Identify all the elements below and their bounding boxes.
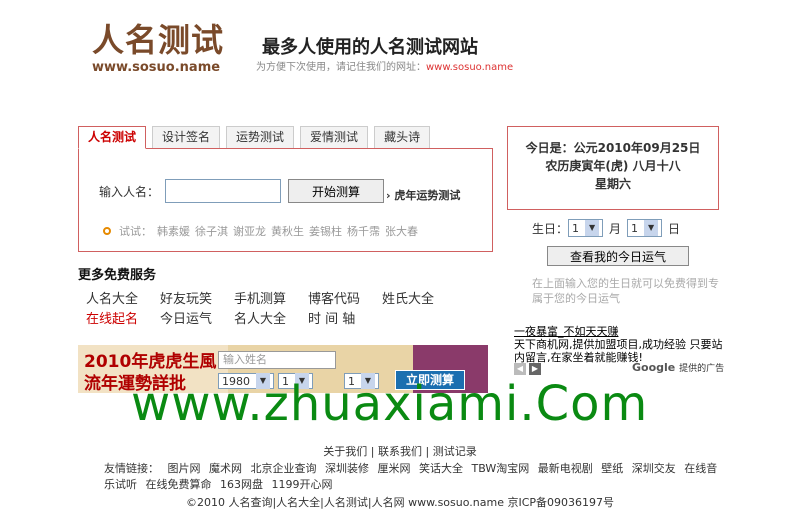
more-services-title: 更多免费服务 xyxy=(78,268,157,283)
friend-links: 友情链接： 图片网 魔术网 北京企业查询 深圳装修 厘米网 笑话大全 TBW淘宝… xyxy=(104,461,724,493)
tiger-year-fortune-link[interactable]: › 虎年运势测试 xyxy=(386,187,460,203)
site-slogan: 最多人使用的人名测试网站 xyxy=(262,37,478,58)
google-ads-suffix: 提供的广告 xyxy=(679,364,725,374)
try-names-row: 试试： 韩素媛 徐子淇 谢亚龙 黄秋生 姜锡柱 杨千霈 张大春 xyxy=(103,223,423,239)
copyright: ©2010 人名查询|人名大全|人名测试|人名网 www.sosuo.name … xyxy=(185,496,615,509)
service-link[interactable]: 时 间 轴 xyxy=(308,308,382,328)
tab-acrostic[interactable]: 藏头诗 xyxy=(374,126,431,149)
services-row: 在线起名 今日运气 名人大全 时 间 轴 xyxy=(86,308,486,328)
view-fortune-button[interactable]: 查看我的今日运气 xyxy=(547,246,689,266)
name-input-label: 输入人名： xyxy=(99,184,160,199)
tab-fortune[interactable]: 运势测试 xyxy=(226,126,295,149)
today-date-box: 今日是：公元2010年09月25日 农历庚寅年(虎) 八月十八 星期六 xyxy=(507,126,719,210)
weekday: 星期六 xyxy=(594,177,631,191)
service-link[interactable]: 好友玩笑 xyxy=(160,288,234,308)
try-name-link[interactable]: 张大春 xyxy=(385,223,418,239)
service-link[interactable]: 在线起名 xyxy=(86,308,160,328)
tab-name-test[interactable]: 人名测试 xyxy=(78,126,147,149)
friend-link[interactable]: 厘米网 xyxy=(378,462,411,475)
service-link[interactable]: 名人大全 xyxy=(234,308,308,328)
google-logo: Google xyxy=(632,361,676,374)
service-link[interactable]: 博客代码 xyxy=(308,288,382,308)
logo-text: 人名测试 xyxy=(92,21,225,59)
friend-link[interactable]: 1199开心网 xyxy=(272,478,333,491)
gregorian-date: 今日是：公元2010年09月25日 xyxy=(525,141,701,155)
friend-link[interactable]: 魔术网 xyxy=(209,462,242,475)
name-input[interactable] xyxy=(165,179,282,203)
site-logo[interactable]: 人名测试 www.sosuo.name xyxy=(92,22,224,75)
service-link[interactable]: 人名大全 xyxy=(86,288,160,308)
month-unit: 月 xyxy=(609,221,622,236)
service-link[interactable]: 姓氏大全 xyxy=(382,288,456,308)
friend-link[interactable]: 在线免费算命 xyxy=(146,478,212,491)
hint-url[interactable]: www.sosuo.name xyxy=(426,62,513,73)
google-ads-label[interactable]: Google 提供的广告 xyxy=(632,361,724,374)
birthday-label: 生日： xyxy=(532,221,569,236)
tab-love[interactable]: 爱情测试 xyxy=(300,126,369,149)
name-test-panel: 输入人名： 开始测算 › 虎年运势测试 试试： 韩素媛 徐子淇 谢亚龙 黄秋生 … xyxy=(78,148,493,252)
birth-day-select[interactable]: 1 ▼ xyxy=(627,219,663,237)
friend-link[interactable]: 壁纸 xyxy=(601,462,623,475)
friend-link[interactable]: 深圳交友 xyxy=(632,462,676,475)
ad-prev-icon[interactable]: ◀ xyxy=(514,363,526,375)
friend-link[interactable]: 163网盘 xyxy=(220,478,263,491)
logo-url: www.sosuo.name xyxy=(92,60,221,75)
bullet-icon xyxy=(103,227,111,235)
bookmark-hint: 为方便下次使用，请记住我们的网址：www.sosuo.name xyxy=(256,58,513,73)
banner-name-input[interactable]: 输入姓名 xyxy=(218,351,336,369)
text-ad[interactable]: 一夜暴富_不如天天赚 天下商机网,提供加盟项目,成功经验 只要站内留言,在家坐着… xyxy=(514,325,724,364)
tiger-link-label: 虎年运势测试 xyxy=(394,189,461,202)
footer-links[interactable]: 关于我们 | 联系我们 | 测试记录 xyxy=(0,443,800,459)
services-row: 人名大全 好友玩笑 手机测算 博客代码 姓氏大全 xyxy=(86,288,486,308)
chevron-down-icon: ▼ xyxy=(585,220,600,236)
try-name-link[interactable]: 韩素媛 xyxy=(157,223,190,239)
lunar-date: 农历庚寅年(虎) 八月十八 xyxy=(545,159,681,173)
ad-title[interactable]: 一夜暴富_不如天天赚 xyxy=(514,325,724,338)
friend-link[interactable]: TBW淘宝网 xyxy=(472,462,530,475)
name-input-row: 输入人名： 开始测算 xyxy=(99,179,385,203)
try-name-link[interactable]: 黄秋生 xyxy=(271,223,304,239)
friend-link[interactable]: 最新电视剧 xyxy=(538,462,593,475)
try-name-link[interactable]: 杨千霈 xyxy=(347,223,380,239)
try-name-link[interactable]: 姜锡柱 xyxy=(309,223,342,239)
try-name-link[interactable]: 徐子淇 xyxy=(195,223,228,239)
friend-link[interactable]: 深圳装修 xyxy=(325,462,369,475)
ad-nav: ◀ ▶ xyxy=(514,363,544,375)
friend-link[interactable]: 北京企业查询 xyxy=(251,462,317,475)
hint-prefix: 为方便下次使用，请记住我们的网址： xyxy=(256,62,426,73)
try-name-link[interactable]: 谢亚龙 xyxy=(233,223,266,239)
friend-links-label: 友情链接： xyxy=(104,462,159,475)
try-label: 试试： xyxy=(119,225,152,238)
friend-link[interactable]: 图片网 xyxy=(168,462,201,475)
day-unit: 日 xyxy=(668,221,681,236)
chevron-down-icon: ▼ xyxy=(644,220,659,236)
watermark: www.zhuaxiami.Com xyxy=(131,376,649,432)
fortune-note: 在上面输入您的生日就可以免费得到专属于您的今日运气 xyxy=(532,277,719,305)
test-tabs: 人名测试 设计签名 运势测试 爱情测试 藏头诗 xyxy=(78,126,436,149)
friend-link[interactable]: 笑话大全 xyxy=(419,462,463,475)
birth-month-value: 1 xyxy=(572,221,580,235)
start-test-button[interactable]: 开始测算 xyxy=(288,179,385,203)
services-grid: 人名大全 好友玩笑 手机测算 博客代码 姓氏大全 在线起名 今日运气 名人大全 … xyxy=(86,288,486,328)
service-link[interactable]: 今日运气 xyxy=(160,308,234,328)
birth-month-select[interactable]: 1 ▼ xyxy=(568,219,604,237)
birthday-row: 生日： 1 ▼ 月 1 ▼ 日 xyxy=(532,219,686,237)
service-link[interactable]: 手机测算 xyxy=(234,288,308,308)
ad-next-icon[interactable]: ▶ xyxy=(529,363,541,375)
birth-day-value: 1 xyxy=(631,221,639,235)
tab-signature[interactable]: 设计签名 xyxy=(152,126,221,149)
